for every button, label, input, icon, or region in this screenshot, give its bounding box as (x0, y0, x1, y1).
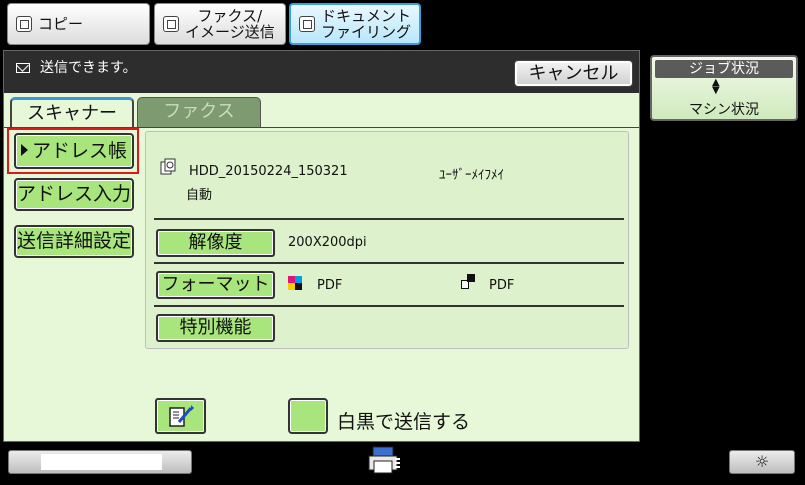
address-book-label: アドレス帳 (31, 140, 127, 162)
file-name: HDD_20150224_150321 (189, 164, 348, 179)
color-icon (288, 276, 302, 290)
bottom-left-field (41, 454, 162, 470)
divider (154, 305, 624, 307)
tab-document-filing-label: ドキュメント ファイリング (321, 7, 412, 41)
bw-send-checkbox[interactable] (288, 398, 328, 434)
bottom-left-button[interactable] (8, 450, 192, 474)
mono-icon (461, 274, 475, 289)
send-settings-panel: HDD_20150224_150321 ﾕｰｻﾞｰﾒｲﾌﾒｲ 自動 解像度 20… (145, 131, 629, 349)
bw-send-label: 白黒で送信する (337, 411, 471, 433)
job-status-button[interactable]: ジョブ状況 ▲ ▼ マシン状況 (650, 55, 798, 121)
resolution-value: 200X200dpi (288, 235, 367, 250)
tab-document-filing[interactable]: ドキュメント ファイリング (289, 3, 421, 45)
job-status-label: ジョブ状況 (655, 60, 793, 78)
address-input-button[interactable]: アドレス入力 (14, 178, 134, 211)
resolution-button[interactable]: 解像度 (156, 229, 275, 257)
format-button[interactable]: フォーマット (156, 271, 275, 299)
mail-icon (16, 63, 30, 73)
tab-copy[interactable]: コピー (7, 3, 150, 45)
tab-scanner[interactable]: スキャナー (10, 97, 134, 127)
divider (154, 262, 624, 264)
divider (154, 218, 624, 220)
status-message: 送信できます。 (40, 60, 137, 76)
edit-icon (169, 405, 194, 427)
send-detail-settings-button[interactable]: 送信詳細設定 (14, 225, 134, 258)
user-name: ﾕｰｻﾞｰﾒｲﾌﾒｲ (439, 168, 504, 183)
color-format-value: PDF (317, 278, 343, 293)
tab-fax[interactable]: ファクス (137, 97, 261, 127)
tab-copy-label: コピー (38, 15, 84, 33)
status-bar: 送信できます。 キャンセル (4, 51, 639, 93)
auto-label: 自動 (186, 188, 213, 203)
copy-icon (16, 16, 32, 32)
tab-fax-image-label: ファクス/ イメージ送信 (185, 7, 275, 41)
edit-button[interactable] (155, 398, 206, 434)
special-functions-button[interactable]: 特別機能 (156, 314, 275, 342)
cancel-button[interactable]: キャンセル (514, 60, 633, 87)
triangle-right-icon (20, 144, 28, 156)
address-book-button[interactable]: アドレス帳 (14, 133, 134, 169)
fax-image-icon (163, 16, 179, 32)
toggle-arrows-icon: ▲ ▼ (712, 77, 720, 96)
machine-status-label: マシン状況 (689, 102, 759, 118)
brightness-icon: ☼ (754, 452, 770, 471)
file-icon (160, 158, 176, 175)
mono-format-value: PDF (489, 278, 515, 293)
main-panel: 送信できます。 キャンセル スキャナー ファクス アドレス帳 アドレス入力 送信… (3, 50, 640, 442)
tab-fax-image-send[interactable]: ファクス/ イメージ送信 (154, 3, 286, 45)
brightness-button[interactable]: ☼ (729, 450, 795, 474)
document-filing-icon (299, 16, 315, 32)
printer-icon (368, 446, 400, 474)
